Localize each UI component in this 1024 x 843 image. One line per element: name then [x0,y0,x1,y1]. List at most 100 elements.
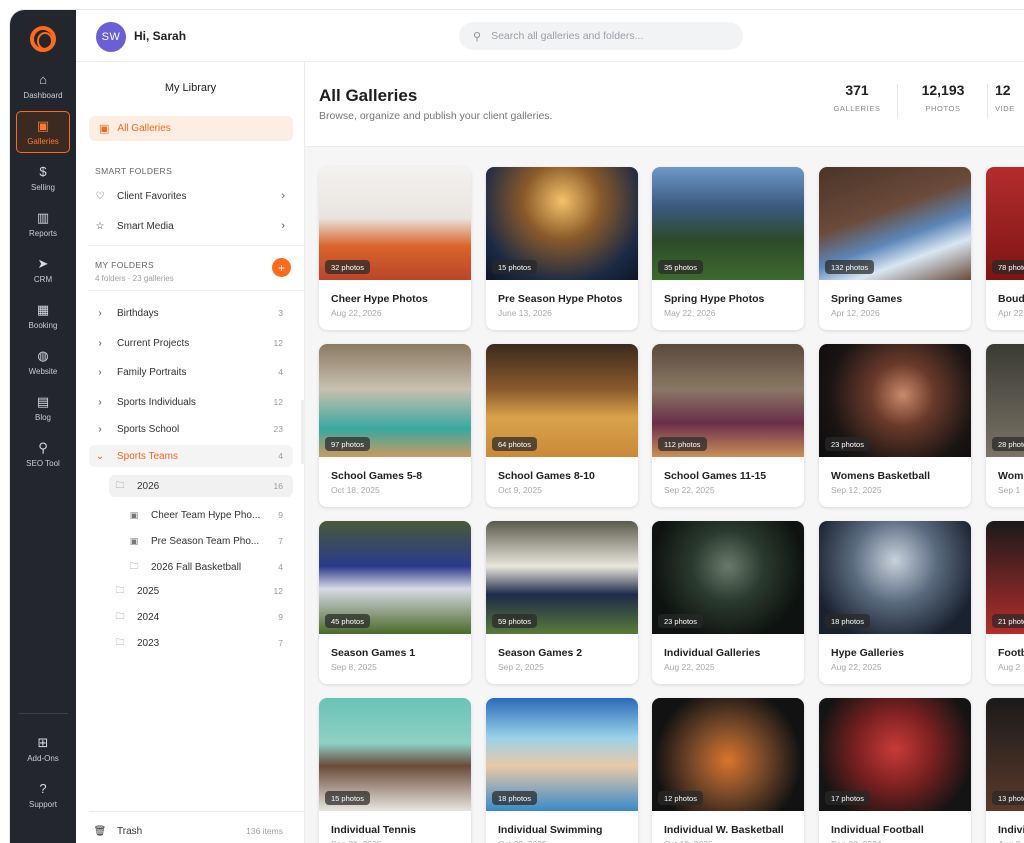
nav-item-seo-tool[interactable]: ⚲ SEO Tool [16,433,70,475]
photo-count-badge: 23 photos [825,437,870,451]
subfolder-item[interactable]: 🗀 2026 16 [109,475,293,497]
chevron-right-icon[interactable]: › [89,308,111,319]
chevron-down-icon[interactable]: ⌄ [89,451,111,462]
gallery-grid: 32 photos Cheer Hype Photos Aug 22, 2026 15… [305,147,1024,843]
greeting-text: Hi, Sarah [134,29,187,43]
photo-count-badge: 97 photos [325,437,370,451]
photo-count-badge: 112 photos [658,437,707,451]
subfolder-item[interactable]: 🗀 2026 Fall Basketball 4 [123,556,293,578]
search-bar[interactable]: ⚲ [459,22,743,50]
my-folders-summary: 4 folders · 23 galleries [95,274,174,283]
nav-item-galleries[interactable]: ▣ Galleries [16,111,70,153]
nav-item-support[interactable]: ? Support [16,774,70,816]
folder-item[interactable]: › Birthdays 3 [89,302,293,324]
gallery-card[interactable]: 18 photos Individual Swimming Oct 29, 2025 [486,698,638,843]
stat-label: GALLERIES [833,104,881,113]
gallery-date: Sep 1 [998,485,1021,495]
gallery-card[interactable]: 15 photos Individual Tennis Sep 21, 2025 [319,698,471,843]
subfolder-item[interactable]: 🗀 2024 9 [109,606,293,628]
nav-item-dashboard[interactable]: ⌂ Dashboard [16,65,70,107]
nav-item-booking[interactable]: ▦ Booking [16,295,70,337]
my-folders-heading: MY FOLDERS [95,260,155,270]
gallery-card[interactable]: 28 photos Wom Sep 1 [986,344,1024,507]
gallery-card[interactable]: 21 photos Footb Aug 2 [986,521,1024,684]
gallery-card[interactable]: 64 photos School Games 8-10 Oct 9, 2025 [486,344,638,507]
gallery-card[interactable]: 32 photos Cheer Hype Photos Aug 22, 2026 [319,167,471,330]
chevron-right-icon[interactable]: › [89,338,111,349]
nav-item-crm[interactable]: ➤ CRM [16,249,70,291]
nav-item-label: Blog [34,412,51,422]
gallery-date: Apr 12, 2026 [831,308,880,318]
gallery-date: Sep 8, 2025 [331,662,377,672]
gallery-card[interactable]: 12 photos Individual W. Basketball Oct 18,… [652,698,804,843]
subfolder-label: 2024 [137,611,160,623]
gallery-card[interactable]: 18 photos Hype Galleries Aug 22, 2025 [819,521,971,684]
smart-folder-smart-media[interactable]: ☆ Smart Media › [89,215,293,237]
folder-item[interactable]: › Family Portraits 4 [89,361,293,383]
brand-logo-icon[interactable] [30,26,56,52]
photo-count-badge: 15 photos [325,791,370,805]
trash-item[interactable]: 🗑 Trash 136 items [89,820,293,842]
subfolder-item[interactable]: ▣ Cheer Team Hype Pho... 9 [123,504,293,526]
heart-icon: ♡ [95,190,105,202]
gallery-card[interactable]: 23 photos Womens Basketball Sep 12, 2025 [819,344,971,507]
subfolder-label: Cheer Team Hype Pho... [151,509,261,521]
gallery-card[interactable]: 17 photos Individual Football Sep 28, 2024 [819,698,971,843]
folder-item[interactable]: ⌄ Sports Teams 4 [89,445,293,467]
folder-count: 4 [278,451,283,461]
subfolder-item[interactable]: 🗀 2023 7 [109,632,293,654]
folder-item[interactable]: › Sports Individuals 12 [89,391,293,413]
chevron-right-icon[interactable]: › [89,397,111,408]
gallery-card[interactable]: 132 photos Spring Games Apr 12, 2026 [819,167,971,330]
document-icon: ▤ [36,393,50,409]
photo-count-badge: 18 photos [825,614,870,628]
gallery-card[interactable]: 97 photos School Games 5-8 Oct 18, 2025 [319,344,471,507]
gallery-card[interactable]: 13 photos Indivi Aug 2 [986,698,1024,843]
folder-item[interactable]: › Sports School 23 [89,418,293,440]
chevron-right-icon[interactable]: › [89,367,111,378]
nav-item-website[interactable]: ◍ Website [16,341,70,383]
gallery-name: Individual Football [831,824,924,836]
dollar-icon: $ [39,163,47,179]
subfolder-item[interactable]: ▣ Pre Season Team Pho... 7 [123,530,293,552]
nav-item-blog[interactable]: ▤ Blog [16,387,70,429]
gallery-card[interactable]: 59 photos Season Games 2 Sep 2, 2025 [486,521,638,684]
section-divider [89,290,305,291]
subfolder-item[interactable]: 🗀 2025 12 [109,580,293,602]
section-divider [89,245,305,246]
gallery-date: Apr 22 [998,308,1024,318]
subfolder-count: 12 [273,586,283,596]
add-folder-button[interactable]: + [272,258,291,277]
gallery-card[interactable]: 45 photos Season Games 1 Sep 8, 2025 [319,521,471,684]
nav-item-add-ons[interactable]: ⊞ Add-Ons [16,728,70,770]
nav-item-label: SEO Tool [26,458,60,468]
main-content: All Galleries Browse, organize and publi… [305,62,1024,843]
nav-item-selling[interactable]: $ Selling [16,157,70,199]
nav-item-label: Support [28,799,58,809]
folder-icon: 🗀 [115,611,125,621]
stat-value: 12 [995,82,1011,98]
gallery-date: Aug 2 [998,662,1021,672]
library-panel: My Library ▣ All Galleries SMART FOLDERS… [76,62,305,843]
gallery-date: Aug 22, 2025 [664,662,715,672]
gallery-card[interactable]: 35 photos Spring Hype Photos May 22, 2026 [652,167,804,330]
nav-item-reports[interactable]: ▥ Reports [16,203,70,245]
gallery-card[interactable]: 15 photos Pre Season Hype Photos June 13, … [486,167,638,330]
avatar[interactable]: SW [96,22,126,52]
galleries-icon: ▣ [99,123,110,135]
all-galleries-item[interactable]: ▣ All Galleries [89,116,293,141]
gallery-card[interactable]: 78 photos Boud Apr 22 [986,167,1024,330]
chevron-right-icon[interactable]: › [89,424,111,435]
folder-icon: 🗀 [115,480,125,490]
gallery-card[interactable]: 112 photos School Games 11-15 Sep 22, 2025 [652,344,804,507]
smart-folder-client-favorites[interactable]: ♡ Client Favorites › [89,185,293,207]
folder-label: Birthdays [117,307,159,319]
stat-videos: 12 VIDE [995,82,1024,113]
gallery-date: Sep 2, 2025 [498,662,544,672]
folder-item[interactable]: › Current Projects 12 [89,332,293,354]
nav-item-label: Website [28,366,58,376]
search-input[interactable] [491,30,722,42]
support-icon: ? [39,780,47,796]
gallery-name: Hype Galleries [831,647,904,659]
gallery-card[interactable]: 23 photos Individual Galleries Aug 22, 202… [652,521,804,684]
